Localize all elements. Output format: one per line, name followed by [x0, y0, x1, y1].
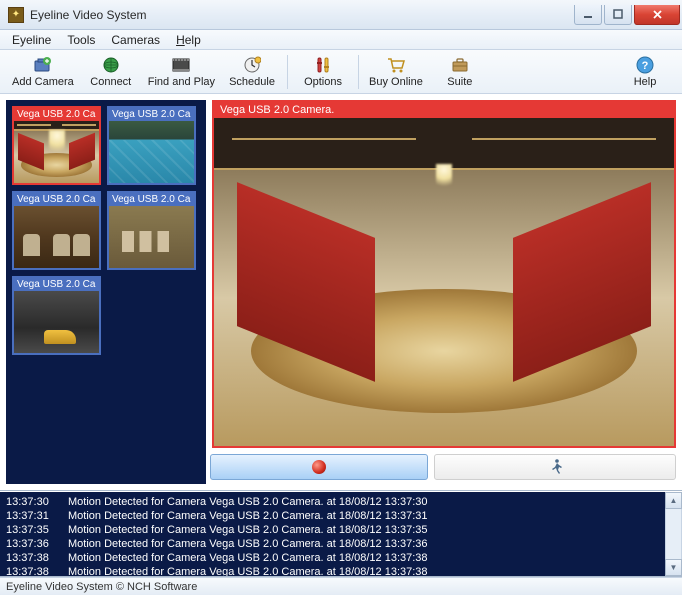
motion-detect-button[interactable]	[434, 454, 676, 480]
lobby-scene	[214, 118, 674, 446]
status-bar: Eyeline Video System © NCH Software	[0, 577, 682, 595]
help-icon: ?	[635, 55, 655, 75]
log-entry: 13:37:38Motion Detected for Camera Vega …	[6, 551, 676, 565]
options-button[interactable]: Options	[292, 52, 354, 92]
camera-thumbnail-label: Vega USB 2.0 Ca	[14, 193, 99, 206]
window-titlebar: ✦ Eyeline Video System	[0, 0, 682, 30]
help-button[interactable]: ? Help	[614, 52, 676, 92]
camera-thumbnail-label: Vega USB 2.0 Ca	[14, 278, 99, 291]
record-icon	[312, 460, 326, 474]
toolbar-separator	[358, 55, 359, 89]
menu-eyeline[interactable]: Eyeline	[4, 31, 59, 49]
cart-icon	[386, 55, 406, 75]
app-icon: ✦	[8, 7, 24, 23]
camera-thumbnail-image	[14, 291, 99, 353]
scroll-down-button[interactable]: ▼	[665, 559, 682, 576]
menu-help[interactable]: Help	[168, 31, 209, 49]
toolbar-label: Add Camera	[12, 76, 74, 88]
buy-online-button[interactable]: Buy Online	[363, 52, 429, 92]
film-icon	[171, 55, 191, 75]
camera-thumbnail[interactable]: Vega USB 2.0 Ca	[107, 106, 196, 185]
camera-thumbnail-image	[109, 206, 194, 268]
options-icon	[313, 55, 333, 75]
log-entry: 13:37:36Motion Detected for Camera Vega …	[6, 537, 676, 551]
toolbar-label: Options	[304, 76, 342, 88]
toolbar-label: Suite	[447, 76, 472, 88]
status-text: Eyeline Video System © NCH Software	[6, 581, 197, 593]
window-title: Eyeline Video System	[30, 8, 572, 22]
camera-thumbnail-image	[14, 206, 99, 268]
main-camera-label: Vega USB 2.0 Camera.	[214, 102, 674, 118]
toolbar-separator	[287, 55, 288, 89]
running-person-icon	[546, 458, 564, 476]
globe-icon	[101, 55, 121, 75]
window-maximize-button[interactable]	[604, 5, 632, 25]
log-entry: 13:37:35Motion Detected for Camera Vega …	[6, 523, 676, 537]
log-entry: 13:37:31Motion Detected for Camera Vega …	[6, 509, 676, 523]
camera-thumbnail-label: Vega USB 2.0 Ca	[14, 108, 99, 121]
suite-button[interactable]: Suite	[429, 52, 491, 92]
camera-thumbnail-label: Vega USB 2.0 Ca	[109, 193, 194, 206]
svg-text:?: ?	[642, 60, 649, 72]
camera-thumbnail[interactable]: Vega USB 2.0 Ca	[12, 191, 101, 270]
toolbar-label: Help	[634, 76, 657, 88]
add-camera-button[interactable]: Add Camera	[6, 52, 80, 92]
event-log[interactable]: 13:37:30Motion Detected for Camera Vega …	[0, 491, 682, 577]
menu-cameras[interactable]: Cameras	[103, 31, 168, 49]
log-scrollbar[interactable]: ▲ ▼	[665, 492, 682, 576]
camera-thumbnail[interactable]: Vega USB 2.0 Ca	[107, 191, 196, 270]
main-view-pane: Vega USB 2.0 Camera.	[212, 100, 676, 484]
main-content: Vega USB 2.0 Ca Vega USB 2.0 Ca Vega USB 2…	[0, 94, 682, 491]
menu-tools[interactable]: Tools	[59, 31, 103, 49]
schedule-button[interactable]: Schedule	[221, 52, 283, 92]
menubar: Eyeline Tools Cameras Help	[0, 30, 682, 50]
camera-thumbnail-image	[109, 121, 194, 183]
window-controls	[572, 5, 680, 25]
control-row	[210, 454, 676, 484]
log-entry: 13:37:30Motion Detected for Camera Vega …	[6, 495, 676, 509]
camera-add-icon	[33, 55, 53, 75]
log-entry: 13:37:38Motion Detected for Camera Vega …	[6, 565, 676, 577]
camera-thumbnail-image	[14, 121, 99, 183]
toolbar-label: Connect	[90, 76, 131, 88]
window-minimize-button[interactable]	[574, 5, 602, 25]
camera-thumbnail[interactable]: Vega USB 2.0 Ca	[12, 276, 101, 355]
find-and-play-button[interactable]: Find and Play	[142, 52, 221, 92]
scroll-up-button[interactable]: ▲	[665, 492, 682, 509]
record-button[interactable]	[210, 454, 428, 480]
toolbar-label: Buy Online	[369, 76, 423, 88]
briefcase-icon	[450, 55, 470, 75]
main-camera-view[interactable]: Vega USB 2.0 Camera.	[212, 100, 676, 448]
toolbar-label: Find and Play	[148, 76, 215, 88]
camera-thumbnail-label: Vega USB 2.0 Ca	[109, 108, 194, 121]
connect-button[interactable]: Connect	[80, 52, 142, 92]
window-close-button[interactable]	[634, 5, 680, 25]
camera-thumbnails-pane: Vega USB 2.0 Ca Vega USB 2.0 Ca Vega USB 2…	[6, 100, 206, 484]
toolbar-label: Schedule	[229, 76, 275, 88]
camera-thumbnail[interactable]: Vega USB 2.0 Ca	[12, 106, 101, 185]
clock-icon	[242, 55, 262, 75]
toolbar: Add Camera Connect Find and Play Schedul…	[0, 50, 682, 94]
main-camera-image	[214, 118, 674, 446]
scroll-track[interactable]	[665, 509, 682, 559]
